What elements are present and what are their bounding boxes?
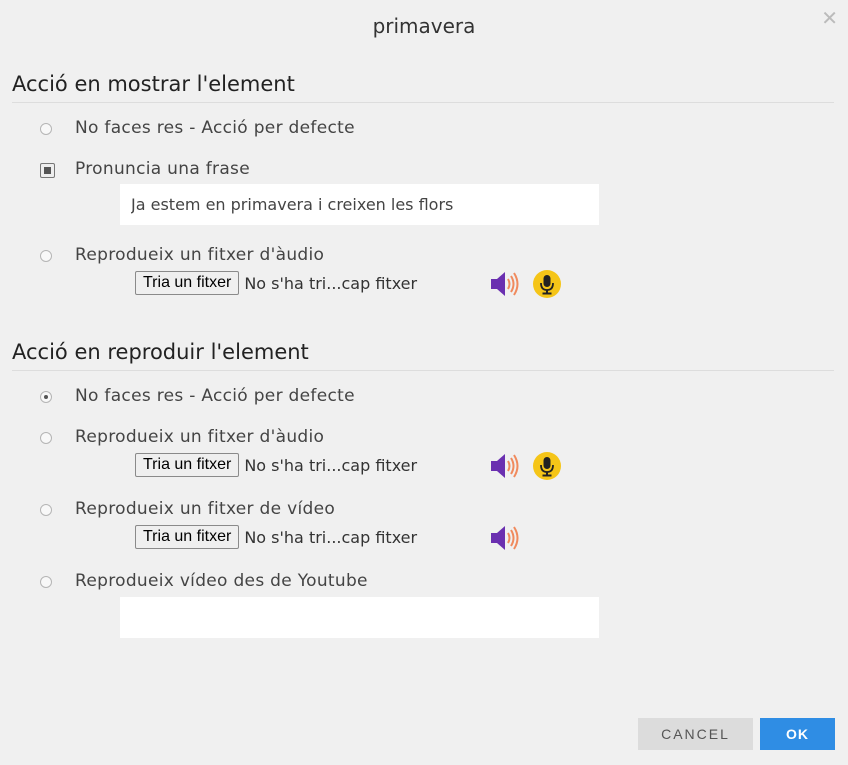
show-option-audio[interactable]: Reprodueix un fitxer d'àudio [40,245,324,265]
option-label: Reprodueix un fitxer d'àudio [75,245,325,265]
section-header-show: Acció en mostrar l'element [12,72,834,103]
choose-file-button[interactable]: Tria un fitxer [135,271,240,295]
radio-button-selected[interactable] [40,391,52,403]
option-label: Pronuncia una frase [75,159,250,179]
option-label: No faces res - Acció per defecte [75,386,355,406]
choose-file-button[interactable]: Tria un fitxer [135,453,240,477]
ok-button[interactable]: OK [760,718,835,750]
show-option-speak[interactable]: Pronuncia una frase [40,159,250,179]
option-label: Reprodueix un fitxer d'àudio [75,427,325,447]
show-audio-file-picker: Tria un fitxer No s'ha tri...cap fitxer [135,271,464,295]
choose-file-button[interactable]: Tria un fitxer [135,525,240,549]
radio-button-selected[interactable] [40,163,55,178]
section-header-play: Acció en reproduir l'element [12,340,834,371]
microphone-icon[interactable] [533,452,561,484]
option-label: Reprodueix un fitxer de vídeo [75,499,336,519]
play-video-file-picker: Tria un fitxer No s'ha tri...cap fitxer [135,525,464,549]
phrase-input[interactable] [120,184,599,225]
close-icon[interactable]: ✕ [821,6,838,30]
radio-button[interactable] [40,250,52,262]
file-status: No s'ha tri...cap fitxer [244,455,418,475]
play-option-video[interactable]: Reprodueix un fitxer de vídeo [40,499,335,519]
radio-button[interactable] [40,432,52,444]
dialog-title: primavera [372,14,476,38]
play-option-none[interactable]: No faces res - Acció per defecte [40,386,355,406]
file-status: No s'ha tri...cap fitxer [244,527,418,547]
speaker-icon[interactable] [490,270,520,302]
play-option-youtube[interactable]: Reprodueix vídeo des de Youtube [40,571,368,591]
youtube-url-input[interactable] [120,597,599,638]
microphone-icon[interactable] [533,270,561,302]
play-option-audio[interactable]: Reprodueix un fitxer d'àudio [40,427,324,447]
speaker-icon[interactable] [490,524,520,556]
file-status: No s'ha tri...cap fitxer [244,273,418,293]
play-audio-file-picker: Tria un fitxer No s'ha tri...cap fitxer [135,453,464,477]
option-label: Reprodueix vídeo des de Youtube [75,571,368,591]
radio-button[interactable] [40,123,52,135]
show-option-none[interactable]: No faces res - Acció per defecte [40,118,355,138]
radio-button[interactable] [40,576,52,588]
option-label: No faces res - Acció per defecte [75,118,355,138]
speaker-icon[interactable] [490,452,520,484]
radio-button[interactable] [40,504,52,516]
cancel-button[interactable]: CANCEL [638,718,753,750]
